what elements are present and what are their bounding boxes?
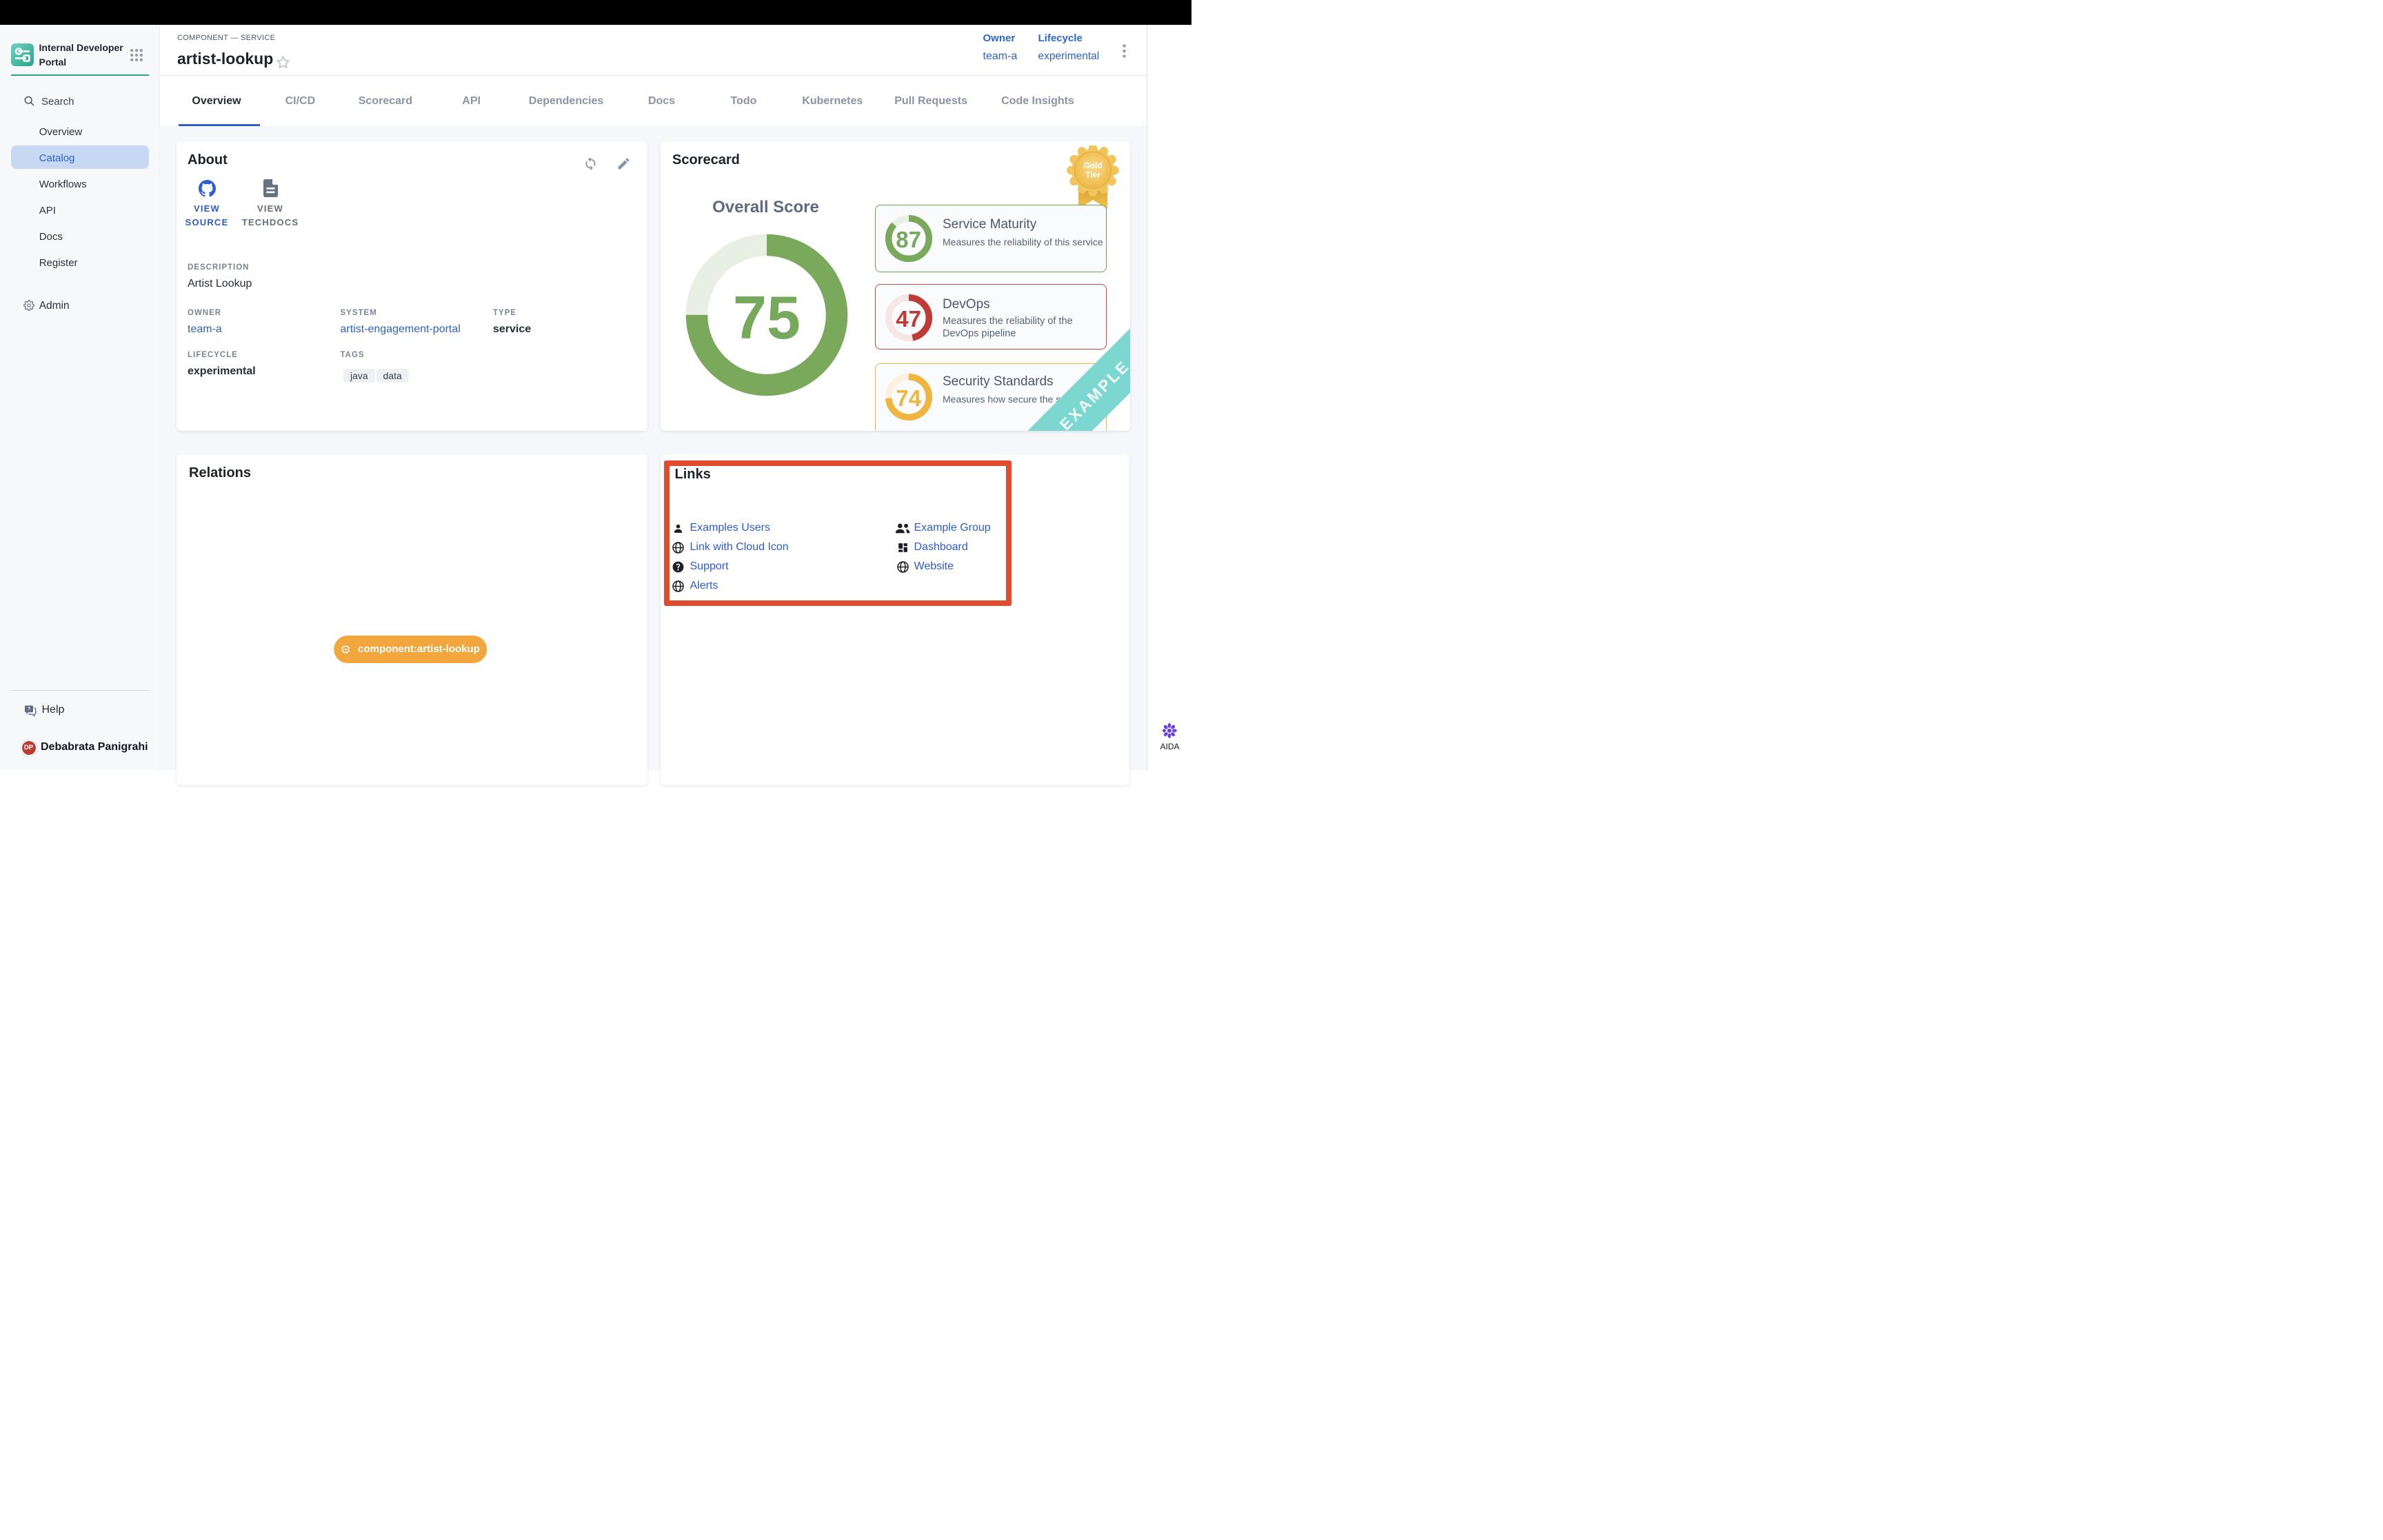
- svg-text:Gold: Gold: [1083, 161, 1102, 170]
- svg-text:?: ?: [28, 706, 31, 712]
- svg-text:Tier: Tier: [1085, 170, 1100, 180]
